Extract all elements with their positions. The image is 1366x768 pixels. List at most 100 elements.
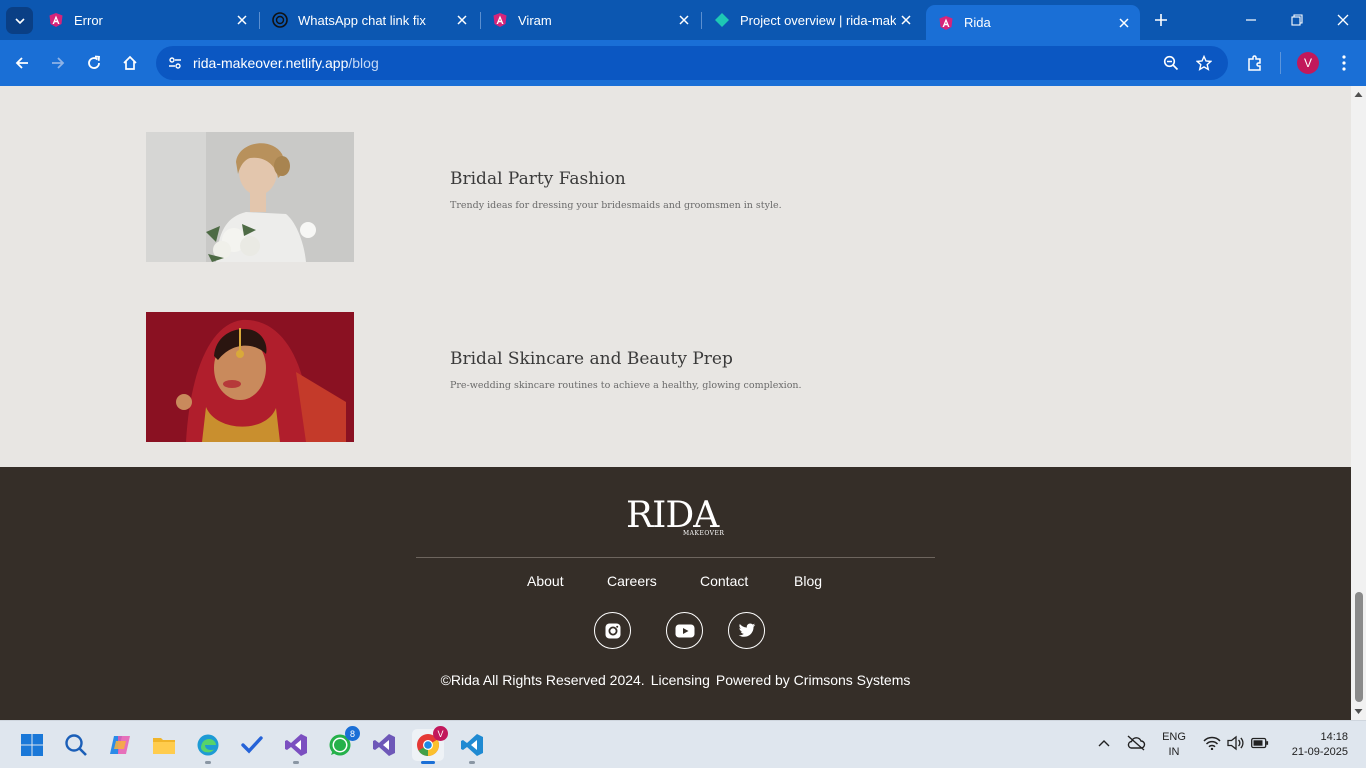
twitter-icon	[738, 623, 755, 637]
site-info-button[interactable]	[163, 51, 187, 75]
zoom-out-icon	[1163, 55, 1179, 71]
toolbar-divider	[1280, 52, 1281, 74]
new-tab-button[interactable]	[1149, 8, 1173, 32]
restore-button[interactable]	[1274, 0, 1320, 40]
footer-link-about[interactable]: About	[527, 573, 564, 589]
folder-icon	[153, 738, 175, 754]
post-thumbnail-bride-red-saree[interactable]	[146, 312, 354, 442]
url-path: /blog	[348, 55, 379, 71]
copyright-text: ©Rida All Rights Reserved 2024. Licensing…	[0, 672, 1351, 688]
puzzle-icon	[1248, 55, 1261, 71]
clock-date: 21-09-2025	[1291, 746, 1348, 758]
system-clock[interactable]: 14:18 21-09-2025	[1282, 730, 1348, 760]
licensing-link[interactable]: Licensing	[651, 672, 710, 688]
star-icon	[1196, 55, 1212, 71]
visual-studio-preview-button[interactable]	[368, 729, 400, 761]
page-scrollbar[interactable]	[1351, 86, 1366, 720]
scrollbar-thumb[interactable]	[1355, 592, 1363, 702]
close-tab-icon[interactable]	[232, 10, 252, 30]
scroll-down-icon[interactable]	[1354, 707, 1363, 716]
close-tab-icon[interactable]	[674, 10, 694, 30]
visual-studio-button[interactable]	[280, 729, 312, 764]
copilot-button[interactable]	[104, 729, 136, 761]
post-description: Pre-wedding skincare routines to achieve…	[450, 380, 802, 391]
onedrive-button[interactable]	[1125, 733, 1147, 753]
restore-icon	[1291, 14, 1303, 26]
angular-icon	[492, 12, 508, 28]
edge-button[interactable]	[192, 729, 224, 764]
vscode-button[interactable]	[456, 729, 488, 764]
tab-strip: Error WhatsApp chat link fix Viram Proje…	[0, 0, 1366, 40]
blog-list: Bridal Party Fashion Trendy ideas for dr…	[0, 86, 1351, 467]
close-window-button[interactable]	[1320, 0, 1366, 40]
windows-logo-icon	[21, 734, 43, 756]
input-language-button[interactable]: ENG IN	[1160, 730, 1188, 760]
tab-rida[interactable]: Rida	[926, 5, 1140, 40]
footer-link-contact[interactable]: Contact	[700, 573, 748, 589]
start-button[interactable]	[16, 729, 48, 761]
tab-viram[interactable]: Viram	[480, 0, 700, 40]
file-explorer-button[interactable]	[148, 729, 180, 761]
angular-icon	[938, 15, 954, 31]
clock-time: 14:18	[1320, 731, 1348, 743]
home-button[interactable]	[116, 49, 144, 77]
powered-by-text[interactable]: Powered by Crimsons Systems	[716, 672, 911, 688]
close-tab-icon[interactable]	[452, 10, 472, 30]
tab-title: WhatsApp chat link fix	[298, 12, 426, 28]
show-hidden-icons-button[interactable]	[1094, 733, 1114, 753]
zoom-button[interactable]	[1160, 52, 1182, 74]
post-title[interactable]: Bridal Skincare and Beauty Prep	[450, 349, 733, 369]
scroll-up-icon[interactable]	[1354, 90, 1363, 99]
tab-error[interactable]: Error	[36, 0, 258, 40]
youtube-button[interactable]	[666, 612, 703, 649]
tab-title: Viram	[518, 12, 552, 28]
post-title[interactable]: Bridal Party Fashion	[450, 169, 626, 189]
site-footer: RIDA MAKEOVER About Careers Contact Blog…	[0, 467, 1351, 720]
minimize-icon	[1246, 19, 1256, 21]
close-tab-icon[interactable]	[896, 10, 916, 30]
taskbar-search-button[interactable]	[60, 729, 92, 761]
tab-search-button[interactable]	[6, 7, 33, 34]
cloud-off-icon	[1127, 735, 1146, 751]
home-icon	[123, 55, 137, 70]
instagram-button[interactable]	[594, 612, 631, 649]
reload-icon	[88, 55, 100, 69]
profile-avatar[interactable]: V	[1297, 52, 1319, 74]
extensions-button[interactable]	[1241, 49, 1269, 77]
todo-button[interactable]	[236, 729, 268, 761]
browser-menu-button[interactable]	[1330, 49, 1358, 77]
angular-icon	[48, 12, 64, 28]
visual-studio-icon	[285, 734, 307, 756]
notification-badge: 8	[345, 726, 360, 741]
battery-icon	[1251, 737, 1269, 749]
edge-icon	[197, 734, 219, 756]
rida-makeover-logo[interactable]: RIDA MAKEOVER	[626, 495, 726, 541]
footer-link-careers[interactable]: Careers	[607, 573, 657, 589]
running-indicator	[205, 761, 211, 764]
forward-button[interactable]	[44, 49, 72, 77]
minimize-button[interactable]	[1228, 0, 1274, 40]
post-thumbnail-bride-bouquet[interactable]	[146, 132, 354, 262]
chrome-button[interactable]: V	[412, 726, 448, 764]
blog-post[interactable]: Bridal Skincare and Beauty Prep Pre-wedd…	[146, 312, 1146, 442]
reload-button[interactable]	[80, 49, 108, 77]
bookmark-button[interactable]	[1193, 52, 1215, 74]
footer-link-blog[interactable]: Blog	[794, 573, 822, 589]
chevron-down-icon	[14, 17, 25, 24]
tab-project-overview[interactable]: Project overview | rida-make	[702, 0, 922, 40]
whatsapp-button[interactable]: 8	[324, 726, 360, 761]
tab-title: Error	[74, 12, 103, 28]
vscode-icon	[461, 734, 483, 756]
copilot-icon	[110, 736, 130, 754]
close-tab-icon[interactable]	[1114, 13, 1134, 33]
blog-post[interactable]: Bridal Party Fashion Trendy ideas for dr…	[146, 132, 1146, 262]
volume-button[interactable]	[1226, 733, 1246, 753]
tab-whatsapp-chat-link-fix[interactable]: WhatsApp chat link fix	[260, 0, 478, 40]
address-bar[interactable]: rida-makeover.netlify.app/blog	[156, 46, 1228, 80]
back-button[interactable]	[8, 49, 36, 77]
plus-icon	[1155, 14, 1167, 26]
visual-studio-icon	[373, 734, 395, 756]
wifi-button[interactable]	[1202, 733, 1222, 753]
twitter-button[interactable]	[728, 612, 765, 649]
battery-button[interactable]	[1250, 733, 1270, 753]
